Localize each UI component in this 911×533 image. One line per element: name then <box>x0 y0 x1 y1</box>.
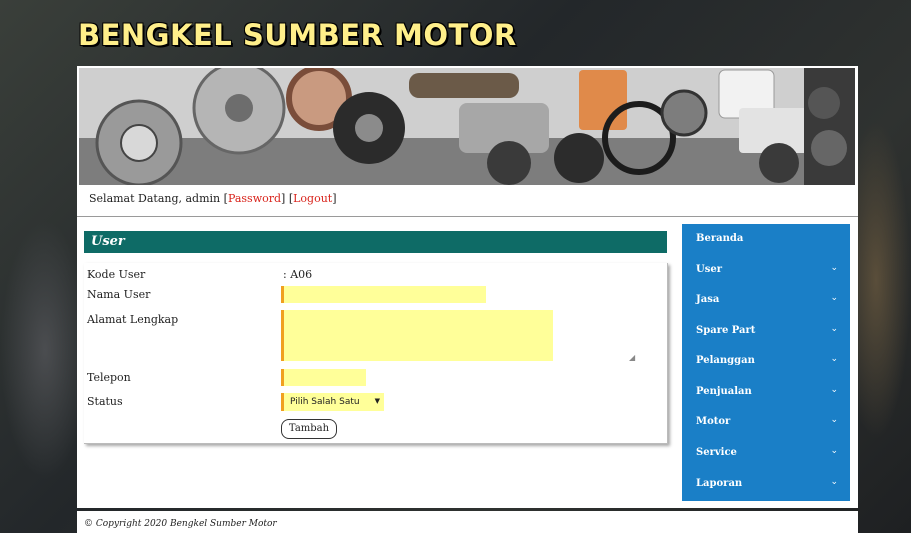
chevron-down-icon: ⌄ <box>830 415 838 425</box>
nama-user-input[interactable] <box>281 286 486 303</box>
sidebar-item-pelanggan[interactable]: Pelanggan ⌄ <box>682 346 850 376</box>
user-form: Kode User : A06 Nama User Alamat Lengkap… <box>84 263 668 444</box>
banner-image <box>79 68 855 185</box>
nama-user-label: Nama User <box>87 288 151 301</box>
sidebar-item-spare-part[interactable]: Spare Part ⌄ <box>682 316 850 346</box>
section-header: User <box>84 231 667 253</box>
alamat-label: Alamat Lengkap <box>87 313 179 326</box>
sidebar-item-label: Jasa <box>696 294 720 305</box>
sidebar-item-penjualan[interactable]: Penjualan ⌄ <box>682 377 850 407</box>
footer: © Copyright 2020 Bengkel Sumber Motor <box>77 511 858 533</box>
chevron-down-icon: ⌄ <box>830 324 838 334</box>
welcome-suffix: ] <box>332 192 337 205</box>
sidebar-item-user[interactable]: User ⌄ <box>682 255 850 285</box>
sidebar-menu: Beranda User ⌄ Jasa ⌄ Spare Part ⌄ Pelan… <box>682 224 850 501</box>
sidebar-item-label: User <box>696 264 722 275</box>
sidebar-item-beranda[interactable]: Beranda <box>682 224 850 254</box>
sidebar-item-label: Service <box>696 447 737 458</box>
dropdown-arrow-icon: ▼ <box>374 397 380 405</box>
welcome-text: Selamat Datang, admin [ <box>89 192 228 205</box>
chevron-down-icon: ⌄ <box>830 446 838 456</box>
sidebar-item-laporan[interactable]: Laporan ⌄ <box>682 469 850 499</box>
sidebar-item-label: Laporan <box>696 478 743 489</box>
telepon-input[interactable] <box>281 369 366 386</box>
sidebar-item-jasa[interactable]: Jasa ⌄ <box>682 285 850 315</box>
status-select[interactable]: Pilih Salah Satu ▼ <box>281 393 384 411</box>
sidebar-item-label: Penjualan <box>696 386 752 397</box>
chevron-down-icon: ⌄ <box>830 385 838 395</box>
section-title: User <box>91 234 125 249</box>
chevron-down-icon: ⌄ <box>830 354 838 364</box>
status-label: Status <box>87 395 123 408</box>
copyright-text: © Copyright 2020 Bengkel Sumber Motor <box>84 519 277 529</box>
alamat-textarea[interactable] <box>281 310 553 361</box>
sidebar-item-label: Spare Part <box>696 325 756 336</box>
chevron-down-icon: ⌄ <box>830 263 838 273</box>
kode-user-value: : A06 <box>283 268 313 281</box>
status-selected-value: Pilih Salah Satu <box>290 397 360 407</box>
divider <box>77 216 858 217</box>
sidebar-item-label: Pelanggan <box>696 355 755 366</box>
resize-handle-icon[interactable]: ◢ <box>629 353 635 362</box>
kode-user-label: Kode User <box>87 268 146 281</box>
chevron-down-icon: ⌄ <box>830 477 838 487</box>
sidebar-item-service[interactable]: Service ⌄ <box>682 438 850 468</box>
sidebar-item-label: Beranda <box>696 233 744 244</box>
tambah-button[interactable]: Tambah <box>281 419 337 439</box>
telepon-label: Telepon <box>87 371 131 384</box>
chevron-down-icon: ⌄ <box>830 293 838 303</box>
auto-parts-illustration <box>79 68 855 185</box>
logout-link[interactable]: Logout <box>293 192 332 205</box>
password-link[interactable]: Password <box>228 192 281 205</box>
site-title: BENGKEL SUMBER MOTOR <box>78 18 517 52</box>
welcome-message: Selamat Datang, admin [Password] [Logout… <box>89 192 337 205</box>
sidebar-item-label: Motor <box>696 416 731 427</box>
welcome-separator: ] [ <box>281 192 294 205</box>
sidebar-item-motor[interactable]: Motor ⌄ <box>682 407 850 437</box>
